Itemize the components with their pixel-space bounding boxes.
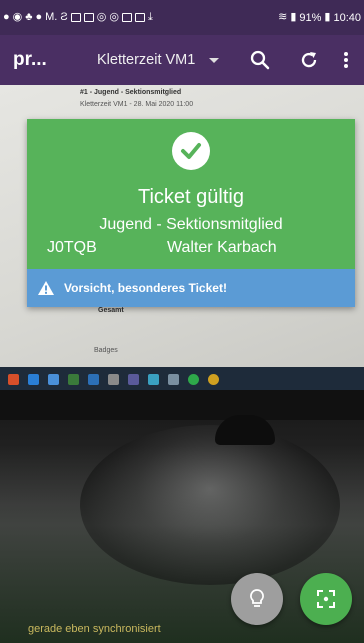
app-icon xyxy=(8,373,19,385)
mail-icon xyxy=(83,13,94,22)
notification-icon: ♣ xyxy=(25,11,33,23)
lightbulb-icon xyxy=(250,589,264,607)
screen-text: Gesamt xyxy=(98,307,124,314)
event-dropdown[interactable]: Kletterzeit VM1 xyxy=(97,52,220,68)
warning-text: Vorsicht, besonderes Ticket! xyxy=(64,281,227,295)
app-icon xyxy=(68,373,79,385)
app-icon xyxy=(188,373,199,385)
screen-text: #1 - Jugend - Sektionsmitglied xyxy=(80,89,182,96)
check-circle-icon xyxy=(172,132,210,170)
flashlight-button[interactable] xyxy=(231,573,283,625)
app-icon xyxy=(28,373,39,385)
instagram-icon: ◎ xyxy=(109,11,119,23)
search-icon xyxy=(250,50,270,70)
ticket-holder-name: Walter Karbach xyxy=(167,239,277,256)
more-options-button[interactable] xyxy=(338,48,354,72)
screen-text: Badges xyxy=(94,347,118,354)
monitor-taskbar xyxy=(0,367,364,391)
app-bar: pr... Kletterzeit VM1 xyxy=(0,35,364,85)
monitor-bezel xyxy=(0,390,364,420)
app-icon xyxy=(48,373,59,385)
scan-button[interactable] xyxy=(300,573,352,625)
warning-icon xyxy=(38,281,54,295)
refresh-icon xyxy=(301,52,317,68)
clock: 10:40 xyxy=(333,11,361,24)
ticket-code: J0TQB xyxy=(47,239,97,256)
check-icon xyxy=(181,143,201,159)
wifi-icon: ≋ xyxy=(278,11,288,23)
battery-icon: ▮ xyxy=(324,11,331,23)
more-vert-icon xyxy=(344,52,348,68)
ticket-warning-banner: Vorsicht, besonderes Ticket! xyxy=(27,269,355,307)
app-icon xyxy=(148,373,159,385)
signal-icon: ▮ xyxy=(290,11,297,23)
search-button[interactable] xyxy=(248,48,272,72)
sync-status: gerade eben synchronisiert xyxy=(28,623,161,635)
chevron-down-icon xyxy=(209,57,220,63)
ticket-valid-panel: Ticket gültig Jugend - Sektionsmitglied … xyxy=(27,119,355,269)
app-icon xyxy=(208,373,219,385)
screen-text: Kletterzeit VM1 - 28. Mai 2020 11:00 xyxy=(80,101,194,108)
ticket-status: Ticket gültig xyxy=(138,186,244,208)
download-icon: ⤓ xyxy=(147,11,153,23)
image-icon xyxy=(121,13,132,22)
calendar-icon xyxy=(134,13,145,22)
app-icon xyxy=(128,373,139,385)
app-icon xyxy=(168,373,179,385)
ticket-type: Jugend - Sektionsmitglied xyxy=(99,216,283,233)
status-icons-right: ≋ ▮ 91% ▮ 10:40 xyxy=(278,12,361,24)
mail-icon xyxy=(70,13,81,22)
app-icon xyxy=(88,373,99,385)
status-icons-left: ● ◉ ♣ ● M. Ƨ ◎ ◎ ⤓ xyxy=(3,12,153,23)
refresh-button[interactable] xyxy=(297,48,321,72)
status-bar: ● ◉ ♣ ● M. Ƨ ◎ ◎ ⤓ ≋ ▮ 91% ▮ 10:40 xyxy=(0,0,364,35)
battery-level: 91% xyxy=(299,11,322,24)
ticket-result-card: Ticket gültig Jugend - Sektionsmitglied … xyxy=(27,119,355,307)
app-icon xyxy=(108,373,119,385)
scan-icon xyxy=(317,590,335,608)
event-dropdown-label: Kletterzeit VM1 xyxy=(97,52,196,68)
app-notification-icon: ◉ xyxy=(12,11,23,23)
instagram-icon: ◎ xyxy=(96,11,107,23)
location-icon: ● xyxy=(35,11,43,23)
app-title[interactable]: pr... xyxy=(13,49,83,71)
app-icon: Ƨ xyxy=(60,11,68,23)
sync-icon: ● xyxy=(3,11,10,23)
carrier-label: M. xyxy=(45,11,58,23)
